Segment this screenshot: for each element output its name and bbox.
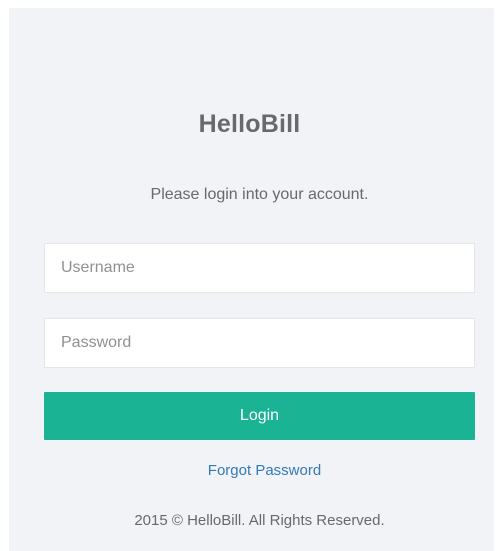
forgot-password-link[interactable]: Forgot Password (0, 462, 499, 479)
footer-copyright: 2015 © HelloBill. All Rights Reserved. (134, 512, 385, 529)
login-subtitle: Please login into your account. (150, 186, 369, 203)
username-input[interactable] (44, 243, 475, 293)
password-input[interactable] (44, 318, 475, 368)
app-title: HelloBill (198, 110, 301, 138)
login-button[interactable]: Login (44, 392, 475, 440)
